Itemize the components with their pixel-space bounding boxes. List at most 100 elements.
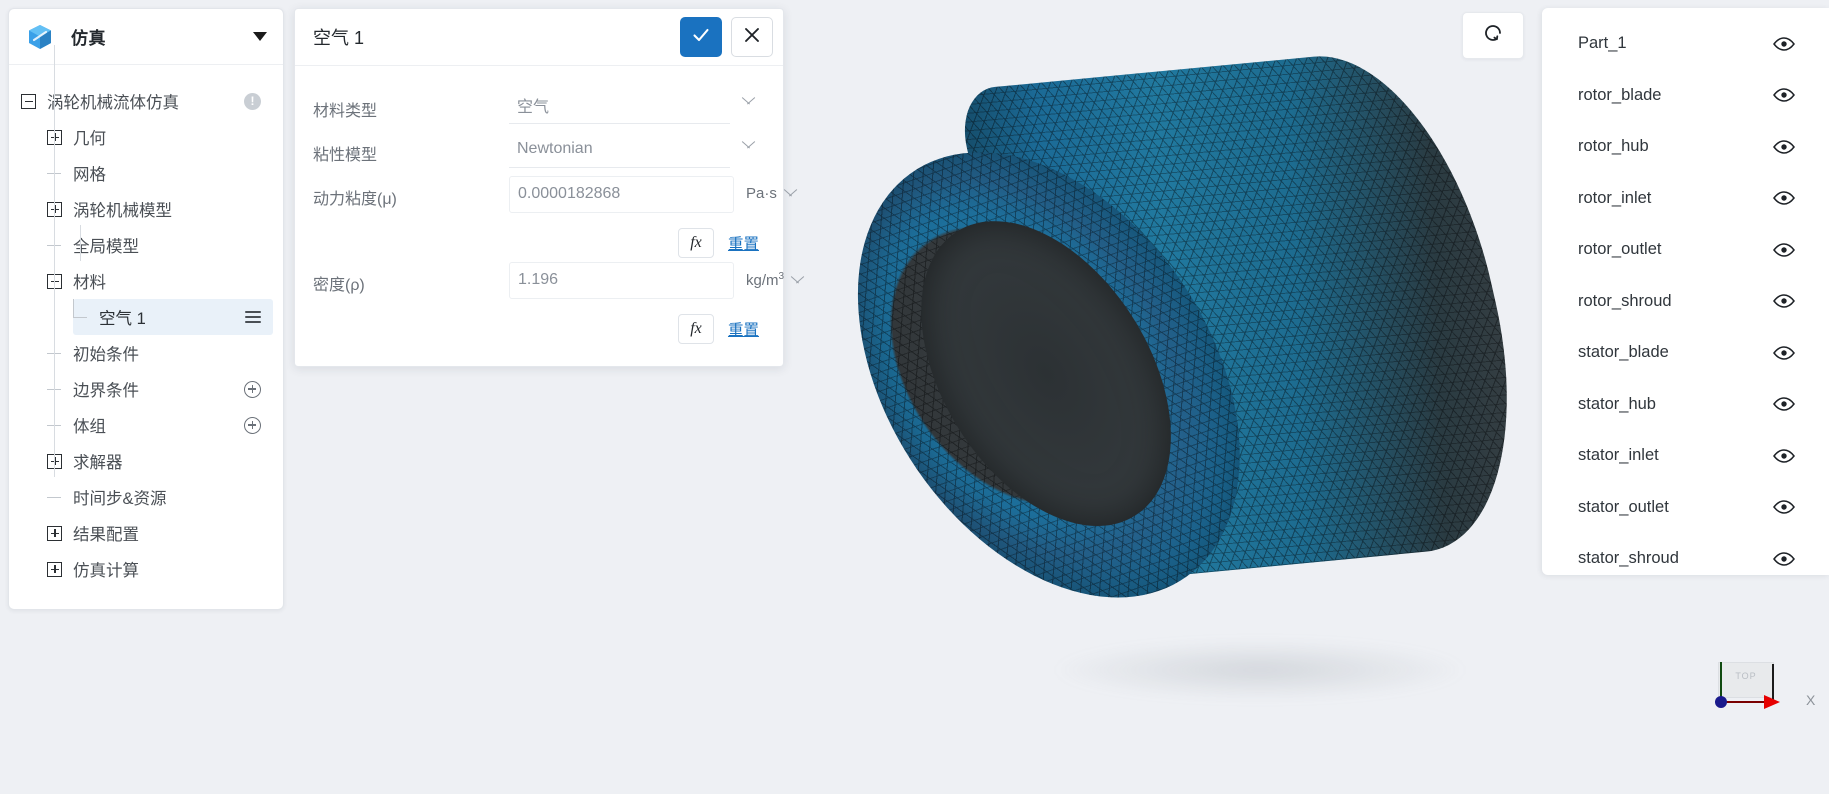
- part-list-item[interactable]: stator_outlet: [1542, 482, 1829, 534]
- eye-icon[interactable]: [1773, 448, 1795, 463]
- chevron-down-icon[interactable]: [253, 32, 267, 41]
- eye-icon[interactable]: [1773, 397, 1795, 412]
- eye-icon[interactable]: [1773, 242, 1795, 257]
- select-field[interactable]: [509, 132, 730, 168]
- reset-link[interactable]: 重置: [728, 318, 759, 340]
- tree-item-label: 几何: [73, 130, 106, 148]
- add-item-icon[interactable]: [244, 380, 261, 398]
- property-control: Pa·s: [509, 176, 801, 213]
- reset-link[interactable]: 重置: [728, 232, 759, 254]
- tree-item-label: 网格: [73, 166, 106, 184]
- property-row: 材料类型: [313, 88, 759, 132]
- tree-item[interactable]: 空气 1: [73, 298, 273, 335]
- value-input[interactable]: [509, 262, 734, 299]
- property-label: 粘性模型: [313, 147, 378, 164]
- tree-item[interactable]: 初始条件: [47, 335, 273, 371]
- menu-icon[interactable]: [245, 311, 261, 323]
- panel-header: 仿真: [9, 9, 283, 65]
- tree-item[interactable]: 求解器: [47, 443, 273, 479]
- mesh-body: [763, 0, 1637, 738]
- part-name-label: stator_shroud: [1578, 549, 1679, 568]
- axis-triad[interactable]: TOP X: [1710, 662, 1828, 722]
- simulation-tree[interactable]: 涡轮机械流体仿真! 几何网格涡轮机械模型 全局模型材料空气 1 初始条件边界条件 体组求…: [9, 45, 283, 609]
- expand-icon[interactable]: [47, 525, 62, 541]
- part-list-item[interactable]: stator_blade: [1542, 327, 1829, 379]
- eye-icon[interactable]: [1773, 500, 1795, 515]
- chevron-down-icon: [742, 141, 755, 150]
- part-list-item[interactable]: rotor_blade: [1542, 70, 1829, 122]
- part-list-item[interactable]: rotor_shroud: [1542, 276, 1829, 328]
- part-name-label: rotor_hub: [1578, 137, 1649, 156]
- tree-item[interactable]: 材料: [47, 263, 273, 299]
- confirm-button[interactable]: [680, 17, 722, 57]
- eye-icon[interactable]: [1773, 551, 1795, 566]
- part-list-item[interactable]: stator_shroud: [1542, 533, 1829, 575]
- expand-icon[interactable]: [47, 561, 62, 577]
- select-field[interactable]: [509, 88, 730, 124]
- parts-list-panel[interactable]: Part_1 rotor_blade rotor_hub rotor_inlet rot…: [1542, 8, 1829, 575]
- part-list-item[interactable]: stator_inlet: [1542, 430, 1829, 482]
- part-list-item[interactable]: stator_hub: [1542, 379, 1829, 431]
- dropdown-toggle[interactable]: [730, 88, 759, 106]
- collapse-icon[interactable]: [21, 93, 36, 109]
- part-list-item[interactable]: rotor_outlet: [1542, 224, 1829, 276]
- eye-icon[interactable]: [1773, 345, 1795, 360]
- formula-button[interactable]: fx: [677, 314, 714, 344]
- part-list-item[interactable]: rotor_inlet: [1542, 173, 1829, 225]
- tree-item[interactable]: 涡轮机械流体仿真!: [21, 83, 273, 119]
- cancel-button[interactable]: [731, 17, 773, 57]
- eye-icon[interactable]: [1773, 88, 1795, 103]
- part-name-label: Part_1: [1578, 34, 1627, 53]
- property-label: 密度(ρ): [313, 277, 365, 294]
- mesh-shadow: [1050, 640, 1470, 700]
- tree-guide-line: [54, 45, 55, 477]
- tree-item-label: 涡轮机械模型: [73, 202, 172, 220]
- add-item-icon[interactable]: [244, 416, 261, 434]
- tree-item[interactable]: 网格: [47, 155, 273, 191]
- part-list-item[interactable]: rotor_hub: [1542, 121, 1829, 173]
- tree-item-label: 初始条件: [73, 346, 139, 364]
- formula-row: fx 重置: [313, 220, 759, 262]
- eye-icon[interactable]: [1773, 36, 1795, 51]
- dialog-header: 空气 1: [295, 9, 783, 66]
- chevron-down-icon: [742, 97, 755, 106]
- formula-row: fx 重置: [313, 306, 759, 348]
- tree-item-label: 全局模型: [73, 238, 139, 256]
- property-row: 密度(ρ) kg/m3: [313, 262, 784, 306]
- part-list-item[interactable]: Part_1: [1542, 18, 1829, 70]
- tree-item[interactable]: 几何: [47, 119, 273, 155]
- chevron-down-icon: [784, 189, 797, 198]
- tree-item-label: 结果配置: [73, 526, 139, 544]
- tree-item[interactable]: 边界条件: [47, 371, 273, 407]
- part-name-label: stator_blade: [1578, 343, 1669, 362]
- tree-item-label: 时间步&资源: [73, 490, 167, 508]
- rotate-icon: [1481, 21, 1505, 50]
- dropdown-toggle[interactable]: [730, 132, 759, 150]
- value-input[interactable]: [509, 176, 734, 213]
- unit-selector[interactable]: kg/m3: [734, 262, 808, 289]
- chevron-down-icon: [791, 276, 804, 285]
- unit-selector[interactable]: Pa·s: [734, 176, 801, 202]
- simulation-tree-panel: 仿真 涡轮机械流体仿真! 几何网格涡轮机械模型 全局模型材料空气 1 初始条件边界条件…: [8, 8, 284, 610]
- tree-branch-line: [47, 490, 62, 505]
- tree-item[interactable]: 体组: [47, 407, 273, 443]
- tree-item[interactable]: 仿真计算: [47, 551, 273, 587]
- app-root: TOP X 仿真 涡轮机械流体仿真! 几何网格涡轮机械模型全局模型材料: [0, 0, 1829, 794]
- turbomachinery-mesh-model[interactable]: [782, 40, 1640, 760]
- dialog-actions: [680, 17, 773, 57]
- unit-label: Pa·s: [746, 185, 777, 202]
- triad-x-arrow: [1764, 695, 1780, 709]
- eye-icon[interactable]: [1773, 191, 1795, 206]
- reset-view-button[interactable]: [1462, 12, 1524, 59]
- tree-item[interactable]: 涡轮机械模型: [47, 191, 273, 227]
- property-control: kg/m3: [509, 262, 808, 299]
- eye-icon[interactable]: [1773, 294, 1795, 309]
- tree-item[interactable]: 结果配置: [47, 515, 273, 551]
- tree-item-label: 空气 1: [99, 310, 146, 328]
- property-control: [509, 88, 759, 124]
- property-label: 动力粘度(μ): [313, 191, 397, 208]
- tree-item[interactable]: 时间步&资源: [47, 479, 273, 515]
- cube-icon: [25, 22, 55, 52]
- eye-icon[interactable]: [1773, 139, 1795, 154]
- formula-button[interactable]: fx: [677, 228, 714, 258]
